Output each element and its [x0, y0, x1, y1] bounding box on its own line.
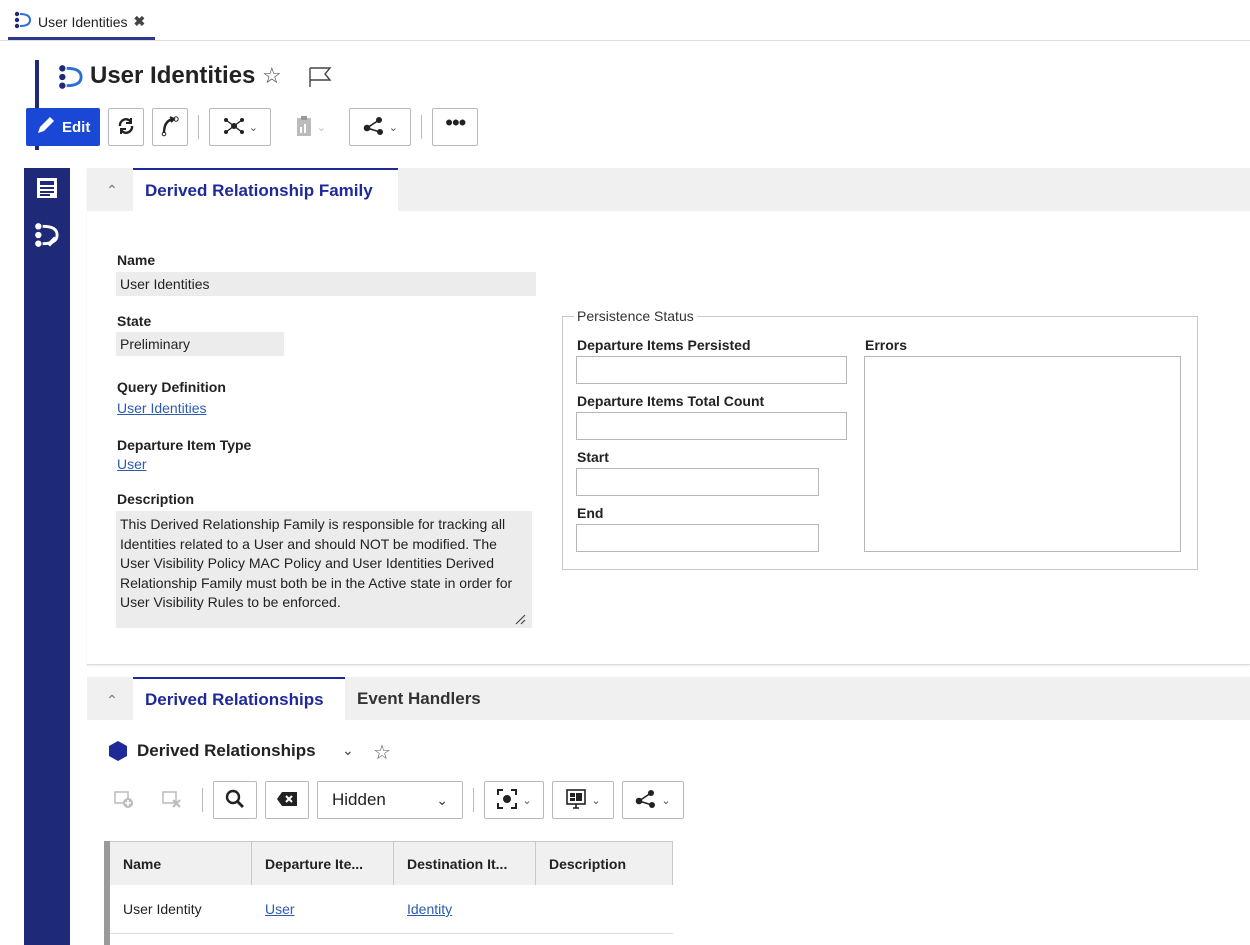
column-header-name[interactable]: Name — [110, 842, 252, 886]
collapse-chevron-icon[interactable]: ⌃ — [102, 180, 122, 200]
document-tab[interactable]: User Identities ✖ — [8, 6, 156, 40]
query-definition-link[interactable]: User Identities — [117, 400, 206, 416]
toolbar-separator — [473, 788, 474, 812]
delete-row-button[interactable] — [152, 781, 192, 819]
main-toolbar: Edit ⌄ ⌄ ⌄ ••• — [26, 107, 479, 147]
favorite-star-icon[interactable]: ☆ — [373, 740, 391, 765]
state-value: Preliminary — [116, 332, 284, 356]
share-menu-button[interactable]: ⌄ — [349, 108, 412, 146]
start-field[interactable] — [576, 468, 819, 496]
cell-departure-link[interactable]: User — [265, 901, 295, 917]
add-item-icon — [113, 788, 135, 813]
clipboard-chart-icon — [295, 115, 313, 140]
edit-button-label: Edit — [62, 118, 91, 136]
chevron-down-icon: ⌄ — [522, 794, 532, 807]
sidebar-relationship-view[interactable] — [33, 222, 61, 250]
tab-event-handlers[interactable]: Event Handlers — [345, 677, 493, 720]
focus-icon — [496, 788, 518, 813]
tab-derived-relationships[interactable]: Derived Relationships — [133, 677, 345, 720]
toolbar-separator — [421, 115, 423, 139]
focus-view-button[interactable]: ⌄ — [484, 781, 544, 819]
description-textarea[interactable]: This Derived Relationship Family is resp… — [116, 511, 532, 628]
network-icon — [223, 116, 245, 139]
backspace-icon — [276, 791, 298, 810]
edit-button[interactable]: Edit — [26, 108, 101, 146]
section-title: Derived Relationships — [137, 741, 316, 760]
report-menu-button[interactable]: ⌄ — [279, 108, 342, 146]
hexagon-icon — [107, 740, 129, 765]
chevron-down-icon: ⌄ — [661, 794, 671, 807]
connector-icon — [160, 115, 180, 140]
chevron-down-icon: ⌄ — [248, 121, 258, 134]
grid-header: Name Departure Ite... Destination It... … — [110, 841, 673, 887]
share-icon — [363, 116, 385, 139]
end-field[interactable] — [576, 524, 819, 552]
column-header-destination-item[interactable]: Destination It... — [394, 842, 536, 886]
chevron-down-icon: ⌄ — [388, 121, 398, 134]
departure-items-persisted-field[interactable] — [576, 356, 847, 384]
name-value: User Identities — [116, 272, 536, 296]
add-row-button[interactable] — [104, 781, 144, 819]
search-button[interactable] — [213, 781, 257, 819]
column-header-departure-item[interactable]: Departure Ite... — [252, 842, 394, 886]
left-sidebar — [24, 168, 70, 945]
refresh-icon — [116, 116, 136, 139]
name-label: Name — [117, 252, 156, 268]
refresh-button[interactable] — [108, 108, 145, 146]
clear-search-button[interactable] — [265, 781, 309, 819]
end-label: End — [577, 505, 604, 521]
form-view-icon — [36, 177, 58, 202]
errors-label: Errors — [865, 337, 908, 353]
filter-select-value: Hidden — [332, 790, 386, 809]
document-tab-label: User Identities — [38, 13, 128, 30]
close-tab-icon[interactable]: ✖ — [133, 13, 145, 30]
description-label: Description — [117, 491, 195, 507]
toolbar-separator — [198, 115, 200, 139]
network-menu-button[interactable]: ⌄ — [209, 108, 272, 146]
layout-view-button[interactable]: ⌄ — [552, 781, 614, 819]
sidebar-form-view[interactable] — [33, 175, 61, 203]
pencil-icon — [36, 115, 56, 139]
search-icon — [225, 789, 245, 812]
column-header-description[interactable]: Description — [536, 842, 673, 886]
query-definition-label: Query Definition — [117, 379, 226, 395]
filter-select[interactable]: Hidden ⌄ — [317, 781, 463, 819]
persistence-status-legend: Persistence Status — [574, 308, 697, 324]
collapse-chevron-icon[interactable]: ⌃ — [102, 690, 122, 710]
table-row[interactable]: User Identity User Identity — [110, 885, 673, 934]
grid-toolbar: Hidden ⌄ ⌄ ⌄ ⌄ — [104, 780, 684, 820]
chevron-down-icon: ⌄ — [316, 121, 326, 134]
errors-field[interactable] — [864, 356, 1181, 552]
state-label: State — [117, 313, 152, 329]
departure-item-type-label: Departure Item Type — [117, 437, 252, 453]
departure-items-persisted-label: Departure Items Persisted — [577, 337, 751, 353]
flag-icon[interactable] — [308, 66, 332, 91]
relationship-family-icon — [58, 64, 84, 93]
departure-items-total-label: Departure Items Total Count — [577, 393, 765, 409]
monitor-layout-icon — [565, 788, 587, 813]
grid-share-button[interactable]: ⌄ — [622, 781, 684, 819]
departure-item-type-link[interactable]: User — [117, 456, 147, 472]
start-label: Start — [577, 449, 609, 465]
relationship-edit-icon — [34, 222, 60, 251]
departure-items-total-field[interactable] — [576, 412, 847, 440]
tab-derived-relationship-family[interactable]: Derived Relationship Family — [133, 168, 398, 211]
favorite-star-icon[interactable]: ☆ — [262, 63, 282, 89]
cell-destination-link[interactable]: Identity — [407, 901, 452, 917]
cell-name: User Identity — [123, 901, 202, 917]
share-icon — [635, 789, 657, 812]
page-title: User Identities — [90, 62, 256, 89]
more-actions-button[interactable]: ••• — [432, 108, 479, 146]
chevron-down-icon: ⌄ — [591, 794, 601, 807]
chevron-down-icon: ⌄ — [436, 791, 448, 808]
cell-description — [536, 885, 673, 933]
toolbar-separator — [202, 788, 203, 812]
delete-item-icon — [161, 788, 183, 813]
relationship-family-icon — [14, 11, 32, 32]
ellipsis-icon: ••• — [445, 110, 466, 135]
document-tab-bar — [0, 0, 1250, 41]
resize-handle-icon[interactable] — [514, 612, 526, 628]
connect-button[interactable] — [152, 108, 189, 146]
chevron-down-icon[interactable]: ⌄ — [342, 742, 354, 759]
